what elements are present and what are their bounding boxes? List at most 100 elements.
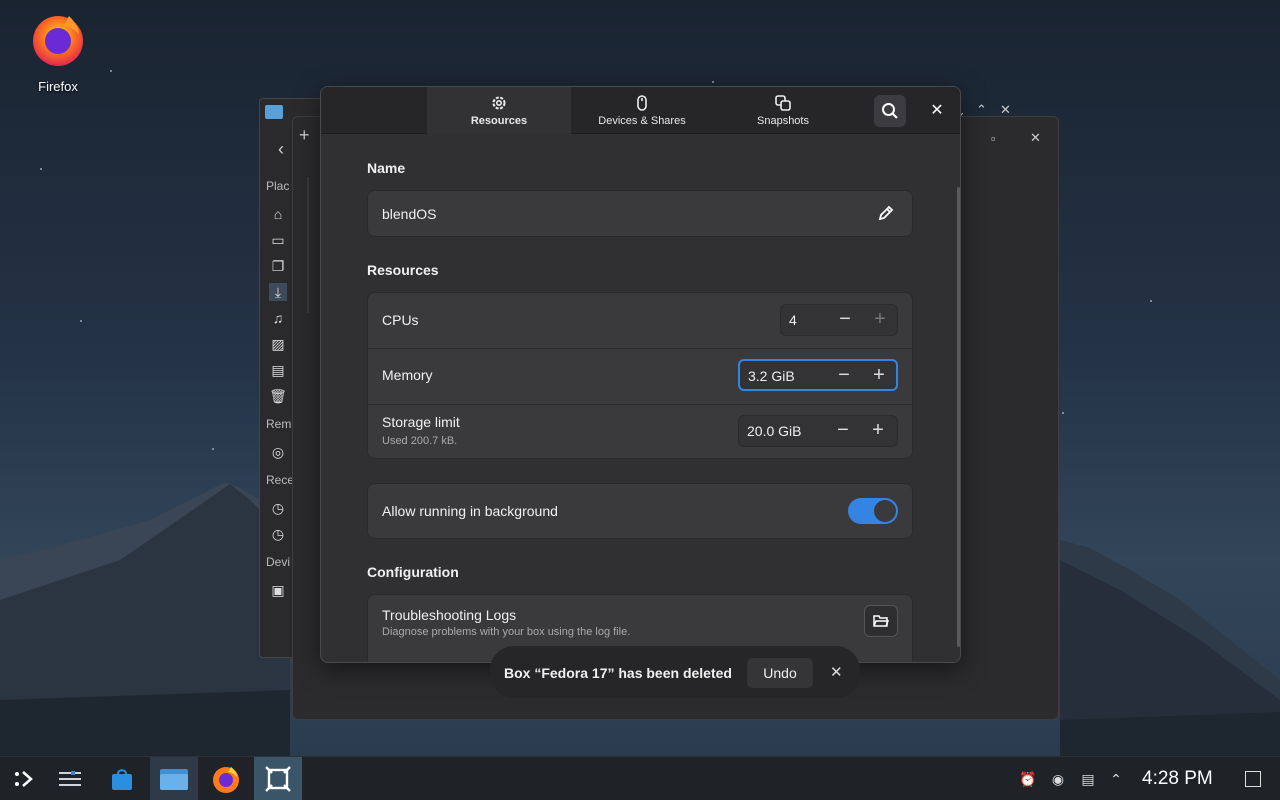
tab-devices-shares[interactable]: Devices & Shares	[570, 87, 714, 134]
memory-row: Memory 3.2 GiB − +	[368, 349, 912, 404]
mouse-icon	[637, 95, 647, 111]
show-desktop-icon[interactable]	[1245, 771, 1261, 787]
app-launcher-button[interactable]	[0, 757, 48, 800]
close-icon[interactable]: ✕	[830, 663, 843, 681]
logs-label: Troubleshooting Logs	[382, 607, 517, 623]
toggle-knob	[874, 500, 896, 522]
storage-spinbutton[interactable]: 20.0 GiB − +	[738, 415, 898, 447]
dialog-content: Name blendOS Resources CPUs 4 − + Memory	[321, 135, 960, 662]
software-store-button[interactable]	[98, 757, 146, 800]
desktop-icon-label: Firefox	[38, 79, 78, 94]
cpus-spinbutton[interactable]: 4 − +	[780, 304, 898, 336]
system-settings-button[interactable]	[46, 757, 94, 800]
network-icon[interactable]: ◎	[269, 443, 287, 461]
firefox-icon	[213, 767, 239, 793]
undo-button[interactable]: Undo	[747, 658, 813, 688]
toast-message: Box “Fedora 17” has been deleted	[504, 665, 732, 681]
notifications-icon[interactable]: ⏰	[1018, 769, 1038, 789]
name-row[interactable]: blendOS	[367, 190, 913, 237]
back-arrow-icon[interactable]: ‹	[278, 139, 284, 160]
recent-folders-icon[interactable]: ◷	[269, 525, 287, 543]
box-settings-dialog: Resources Devices & Shares Snapshots ✕ N…	[320, 86, 961, 663]
increment-button[interactable]: +	[866, 420, 890, 442]
background-toggle[interactable]	[848, 498, 898, 524]
scrollbar[interactable]	[957, 187, 960, 647]
storage-row: Storage limit Used 200.7 kB. 20.0 GiB − …	[368, 405, 912, 460]
shopping-bag-icon	[112, 769, 132, 790]
trash-icon[interactable]: 🗑	[269, 387, 287, 405]
resources-card: CPUs 4 − + Memory 3.2 GiB − + Storage li…	[367, 292, 913, 459]
decrement-button[interactable]: −	[833, 309, 857, 331]
increment-button[interactable]: +	[867, 365, 891, 387]
memory-spinbutton[interactable]: 3.2 GiB − +	[738, 359, 898, 391]
search-button[interactable]	[874, 95, 906, 127]
section-label: Devi	[266, 555, 291, 569]
chevron-up-icon[interactable]: ⌃	[1106, 769, 1126, 789]
folder-open-icon	[873, 615, 889, 627]
storage-used-label: Used 200.7 kB.	[382, 435, 458, 447]
desktop-folder-icon[interactable]: ▭	[269, 231, 287, 249]
clipboard-icon[interactable]: ▤	[1078, 769, 1098, 789]
videos-icon[interactable]: ▤	[269, 361, 287, 379]
folder-icon	[265, 105, 283, 119]
section-label: Rece	[266, 473, 295, 487]
home-icon[interactable]: ⌂	[269, 205, 287, 223]
maximize-icon[interactable]: ⌃	[976, 102, 987, 118]
logs-description: Diagnose problems with your box using th…	[382, 626, 631, 638]
name-section-title: Name	[367, 160, 406, 176]
restore-icon[interactable]: ▫	[991, 131, 996, 146]
close-icon[interactable]: ✕	[927, 99, 947, 121]
taskbar-file-manager[interactable]	[150, 757, 198, 800]
drive-icon[interactable]: ▣	[269, 581, 287, 599]
open-logs-button[interactable]	[864, 605, 898, 637]
cpus-label: CPUs	[382, 312, 419, 328]
increment-button[interactable]: +	[868, 309, 892, 331]
toast-notification: Box “Fedora 17” has been deleted Undo ✕	[490, 646, 860, 698]
box-name-value: blendOS	[382, 206, 437, 222]
tab-label: Snapshots	[757, 115, 809, 127]
configuration-section-title: Configuration	[367, 564, 459, 580]
updates-icon[interactable]: ◉	[1048, 769, 1068, 789]
background-row[interactable]: Allow running in background	[367, 483, 913, 539]
storage-value[interactable]: 20.0 GiB	[747, 423, 801, 439]
firefox-icon	[33, 16, 83, 66]
taskbar-firefox[interactable]	[202, 757, 250, 800]
decrement-button[interactable]: −	[831, 420, 855, 442]
snapshots-icon	[775, 95, 791, 111]
tab-resources[interactable]: Resources	[427, 87, 571, 134]
cpus-row: CPUs 4 − +	[368, 293, 912, 348]
dialog-header: Resources Devices & Shares Snapshots ✕	[321, 87, 960, 134]
section-label: Plac	[266, 179, 290, 193]
tab-snapshots[interactable]: Snapshots	[711, 87, 855, 134]
memory-label: Memory	[382, 367, 433, 383]
boxes-app-icon	[265, 766, 291, 792]
resources-section-title: Resources	[367, 262, 439, 278]
pencil-icon[interactable]	[876, 203, 896, 223]
tab-label: Devices & Shares	[598, 115, 686, 127]
new-tab-icon[interactable]: +	[299, 125, 310, 146]
gear-icon	[492, 96, 506, 110]
memory-value[interactable]: 3.2 GiB	[748, 368, 795, 384]
desktop-icon-firefox[interactable]: Firefox	[22, 10, 94, 94]
cpus-value[interactable]: 4	[789, 312, 797, 328]
section-label: Rem	[266, 417, 292, 431]
settings-sliders-icon	[59, 771, 81, 786]
launcher-icon	[15, 771, 33, 787]
tab-label: Resources	[470, 115, 528, 127]
downloads-icon[interactable]: ⤓	[269, 283, 287, 301]
documents-icon[interactable]: ❐	[269, 257, 287, 275]
close-icon[interactable]: ✕	[1000, 102, 1011, 118]
pictures-icon[interactable]: ▨	[269, 335, 287, 353]
taskbar: ⏰ ◉ ▤ ⌃ 4:28 PM	[0, 756, 1280, 800]
folder-icon	[160, 769, 188, 790]
music-icon[interactable]: ♫	[269, 309, 287, 327]
search-icon	[882, 103, 898, 119]
taskbar-boxes-app[interactable]	[254, 757, 302, 800]
close-icon[interactable]: ✕	[1030, 130, 1041, 146]
storage-label: Storage limit	[382, 414, 460, 430]
background-label: Allow running in background	[382, 503, 558, 519]
decrement-button[interactable]: −	[832, 365, 856, 387]
clock[interactable]: 4:28 PM	[1142, 768, 1213, 790]
recent-files-icon[interactable]: ◷	[269, 499, 287, 517]
tab-strip	[307, 177, 309, 313]
